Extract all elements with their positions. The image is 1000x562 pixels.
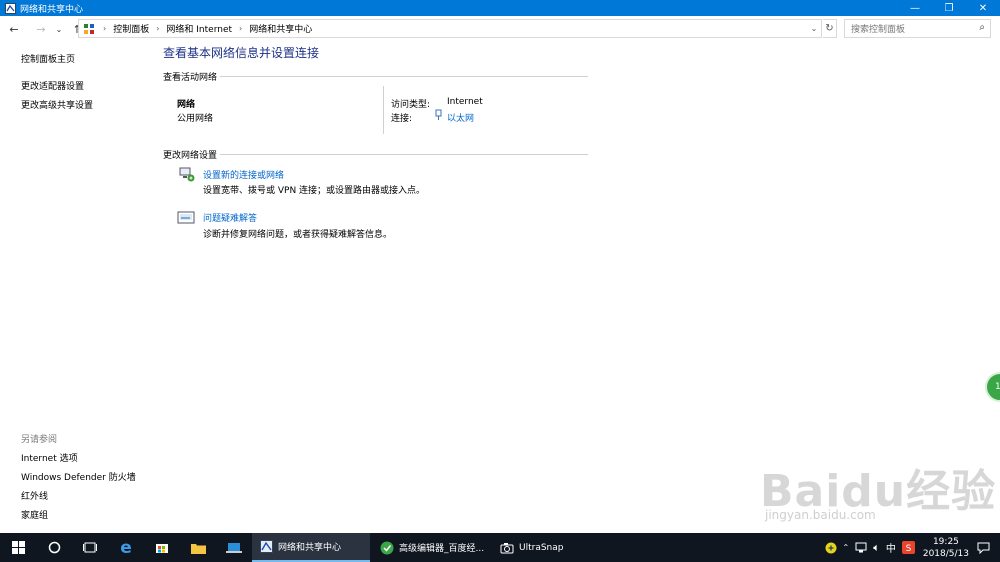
clock-time: 19:25 [932,536,959,547]
sidebar-item-advanced-sharing[interactable]: 更改高级共享设置 [21,98,93,111]
tray-app-icon[interactable] [825,542,837,554]
vertical-divider [383,86,384,134]
network-tray-icon[interactable] [855,542,867,553]
show-hidden-icons-icon[interactable]: ⌃ [843,543,850,552]
action-center-icon[interactable] [977,542,990,554]
system-tray: ⌃ 🔈︎ 中 S 19:25 2018/5/13 [825,533,1000,562]
search-placeholder: 搜索控制面板 [851,25,906,35]
see-also-homegroup[interactable]: 家庭组 [21,508,136,521]
clock-date: 2018/5/13 [922,548,969,559]
address-dropdown-icon[interactable]: ⌄ [807,20,821,37]
breadcrumb-separator-icon[interactable]: › [103,24,106,33]
new-connection-icon[interactable] [177,166,195,185]
search-input[interactable]: 搜索控制面板 ⌕ [844,19,991,38]
sidebar: 控制面板主页 更改适配器设置 更改高级共享设置 [21,52,93,111]
window-title: 网络和共享中心 [20,4,84,15]
ethernet-icon [434,109,443,124]
address-breadcrumb[interactable]: › 控制面板 › 网络和 Internet › 网络和共享中心 ⌄ [78,19,822,38]
taskbar: e 网络和共享中心 高级编辑器_百度经... UltraSnap ⌃ 🔈︎ 中 … [0,533,1000,562]
control-panel-icon [82,22,96,36]
address-bar-row: ← → ⌄ ↑ › 控制面板 › 网络和 Internet › 网络和共享中心 … [0,16,1000,42]
breadcrumb-separator-icon[interactable]: › [156,24,159,33]
title-bar: 网络和共享中心 — ❐ ✕ [0,0,1000,16]
setup-new-connection-desc: 设置宽带、拨号或 VPN 连接；或设置路由器或接入点。 [203,186,426,196]
see-also-section: 另请参阅 Internet 选项 Windows Defender 防火墙 红外… [21,432,136,521]
search-icon[interactable]: ⌕ [979,22,985,33]
access-type-label: 访问类型: [391,100,431,110]
taskbar-app-label: 高级编辑器_百度经... [399,544,485,554]
floating-badge[interactable]: 13 [985,372,1000,402]
taskbar-app-network-center[interactable]: 网络和共享中心 [252,533,370,562]
recent-dropdown-icon[interactable]: ⌄ [50,19,68,39]
start-windows-icon[interactable] [0,533,36,562]
breadcrumb-network-center[interactable]: 网络和共享中心 [249,22,312,35]
divider [220,154,588,155]
connections-label: 连接: [391,114,413,124]
see-also-header: 另请参阅 [21,435,58,445]
troubleshoot-icon[interactable] [177,211,195,228]
taskbar-app-editor[interactable]: 高级编辑器_百度经... [372,533,490,562]
close-button[interactable]: ✕ [966,0,1000,16]
back-arrow-icon[interactable]: ← [5,19,23,39]
troubleshoot-desc: 诊断并修复网络问题，或者获得疑难解答信息。 [203,230,393,240]
baidu-watermark-url: jingyan.baidu.com [765,508,876,522]
file-explorer-icon[interactable] [180,533,216,562]
sogou-ime-icon[interactable]: S [901,541,915,554]
refresh-icon[interactable]: ↻ [823,19,837,38]
volume-icon[interactable]: 🔈︎ [873,541,880,555]
minimize-button[interactable]: — [898,0,932,16]
network-type[interactable]: 公用网络 [177,111,213,124]
clock[interactable]: 19:25 2018/5/13 [923,536,969,560]
access-type-value: Internet [447,97,483,107]
task-view-icon[interactable] [72,533,108,562]
setup-new-connection-link[interactable]: 设置新的连接或网络 [203,168,284,181]
active-networks-header: 查看活动网络 [163,73,218,83]
forward-arrow-icon[interactable]: → [32,19,50,39]
taskbar-app-label: UltraSnap [519,542,564,553]
breadcrumb-network-internet[interactable]: 网络和 Internet [166,22,232,35]
taskbar-app-label: 网络和共享中心 [278,543,342,553]
store-bag-icon[interactable] [144,533,180,562]
page-title: 查看基本网络信息并设置连接 [163,46,320,60]
network-center-app-icon [260,540,273,553]
breadcrumb-control-panel[interactable]: 控制面板 [113,22,149,35]
network-center-icon [4,2,16,14]
change-settings-header: 更改网络设置 [163,151,218,161]
breadcrumb-separator-icon[interactable]: › [239,24,242,33]
ethernet-link[interactable]: 以太网 [447,111,474,124]
divider [220,76,588,77]
sidebar-item-control-panel-home[interactable]: 控制面板主页 [21,52,93,65]
baidu-editor-app-icon [380,541,394,555]
see-also-internet-options[interactable]: Internet 选项 [21,451,136,464]
troubleshoot-link[interactable]: 问题疑难解答 [203,211,257,224]
ultrasnap-app-icon [500,542,514,554]
ime-indicator[interactable]: 中 [886,540,896,555]
cortana-search-icon[interactable] [36,533,72,562]
see-also-firewall[interactable]: Windows Defender 防火墙 [21,470,136,483]
maximize-button[interactable]: ❐ [932,0,966,16]
see-also-infrared[interactable]: 红外线 [21,489,136,502]
svg-text:S: S [905,544,911,554]
network-name: 网络 [177,100,196,110]
taskbar-app-ultrasnap[interactable]: UltraSnap [492,533,602,562]
laptop-app-icon[interactable] [216,533,252,562]
edge-browser-icon[interactable]: e [108,533,144,562]
sidebar-item-adapter-settings[interactable]: 更改适配器设置 [21,79,93,92]
